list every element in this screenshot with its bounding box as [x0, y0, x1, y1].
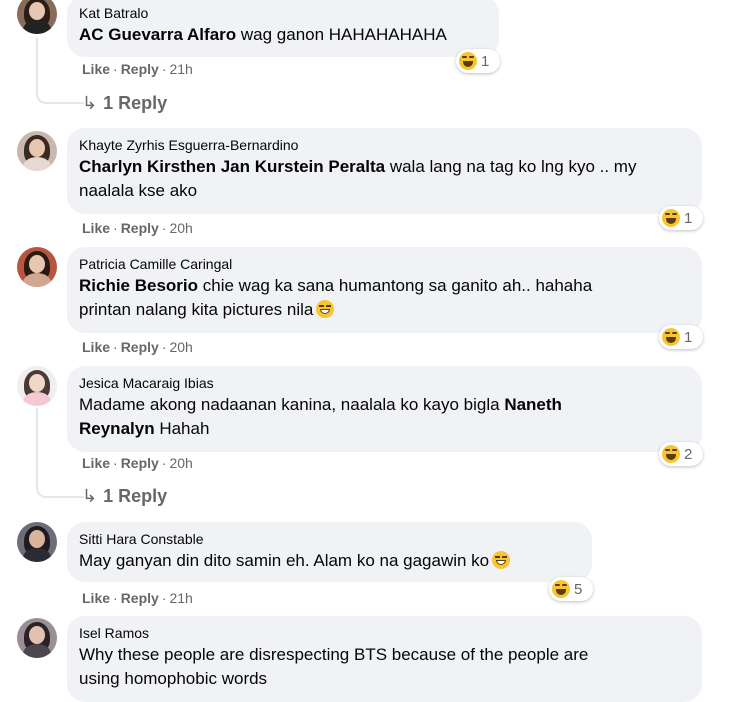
- comment-actions: Like · Reply · 20h: [82, 219, 193, 237]
- separator: ·: [161, 61, 167, 77]
- reply-button[interactable]: Reply: [121, 339, 159, 355]
- timestamp[interactable]: 20h: [169, 339, 192, 355]
- view-replies-link[interactable]: ↳ 1 Reply: [82, 485, 167, 507]
- grinning-emoji-icon: [492, 551, 511, 569]
- comment-author[interactable]: Patricia Camille Caringal: [79, 255, 690, 273]
- reaction-summary[interactable]: 1: [456, 49, 500, 73]
- timestamp[interactable]: 21h: [169, 61, 192, 77]
- haha-reaction-icon: [459, 52, 477, 70]
- timestamp[interactable]: 20h: [169, 455, 192, 471]
- separator: ·: [161, 590, 167, 606]
- thread-connector: [36, 408, 84, 498]
- comment-author[interactable]: Isel Ramos: [79, 624, 690, 642]
- comment-text: Madame akong nadaanan kanina, naalala ko…: [79, 395, 562, 438]
- reaction-summary[interactable]: 1: [659, 325, 703, 349]
- replies-count-label: 1 Reply: [103, 93, 168, 113]
- avatar[interactable]: [17, 0, 57, 34]
- avatar[interactable]: [17, 522, 57, 562]
- comment-actions: Like · Reply · 21h: [82, 589, 193, 607]
- tagged-name-continued[interactable]: Reynalyn: [79, 419, 155, 438]
- separator: ·: [161, 455, 167, 471]
- reply-button[interactable]: Reply: [121, 455, 159, 471]
- reaction-count: 1: [684, 209, 693, 227]
- avatar[interactable]: [17, 618, 57, 658]
- separator: ·: [113, 455, 118, 471]
- comment-bubble: Khayte Zyrhis Esguerra-Bernardino Charly…: [67, 128, 702, 214]
- tagged-name[interactable]: Richie Besorio: [79, 276, 198, 295]
- tagged-name[interactable]: AC Guevarra Alfaro: [79, 25, 236, 44]
- tagged-name[interactable]: Naneth: [504, 395, 562, 414]
- comment-bubble: Patricia Camille Caringal Richie Besorio…: [67, 247, 702, 333]
- comment-bubble: Sitti Hara Constable May ganyan din dito…: [67, 522, 592, 582]
- tagged-name[interactable]: Charlyn Kirsthen Jan Kurstein Peralta: [79, 157, 385, 176]
- comment-text: May ganyan din dito samin eh. Alam ko na…: [79, 549, 580, 573]
- comment-actions: Like · Reply · 21h: [82, 60, 193, 78]
- comment-actions: Like · Reply · 20h: [82, 338, 193, 356]
- comment-author[interactable]: Sitti Hara Constable: [79, 530, 580, 548]
- comment-text: Why these people are disrespecting BTS b…: [79, 645, 589, 688]
- reaction-count: 2: [684, 445, 693, 463]
- avatar[interactable]: [17, 247, 57, 287]
- view-replies-link[interactable]: ↳ 1 Reply: [82, 92, 167, 114]
- separator: ·: [113, 590, 118, 606]
- haha-reaction-icon: [662, 209, 680, 227]
- reply-arrow-icon: ↳: [82, 486, 98, 506]
- reaction-summary[interactable]: 2: [659, 442, 703, 466]
- separator: ·: [161, 220, 167, 236]
- avatar[interactable]: [17, 131, 57, 171]
- replies-count-label: 1 Reply: [103, 486, 168, 506]
- comment-bubble: Jesica Macaraig Ibias Madame akong nadaa…: [67, 366, 702, 452]
- reply-button[interactable]: Reply: [121, 220, 159, 236]
- reply-button[interactable]: Reply: [121, 61, 159, 77]
- comment-author[interactable]: Jesica Macaraig Ibias: [79, 374, 690, 392]
- reaction-summary[interactable]: 1: [659, 206, 703, 230]
- comment-bubble: Isel Ramos Why these people are disrespe…: [67, 616, 702, 702]
- like-button[interactable]: Like: [82, 220, 110, 236]
- haha-reaction-icon: [552, 580, 570, 598]
- thread-connector: [36, 38, 84, 104]
- comment-actions: Like · Reply · 20h: [82, 454, 193, 472]
- like-button[interactable]: Like: [82, 339, 110, 355]
- reaction-count: 1: [481, 52, 490, 70]
- separator: ·: [113, 220, 118, 236]
- haha-reaction-icon: [662, 328, 680, 346]
- laughing-emoji-icon: [316, 300, 335, 318]
- avatar[interactable]: [17, 366, 57, 406]
- comment-author[interactable]: Kat Batralo: [79, 4, 487, 22]
- reaction-count: 1: [684, 328, 693, 346]
- like-button[interactable]: Like: [82, 590, 110, 606]
- comment-text: AC Guevarra Alfaro wag ganon HAHAHAHAHA: [79, 25, 447, 44]
- reply-button[interactable]: Reply: [121, 590, 159, 606]
- comment-text: Charlyn Kirsthen Jan Kurstein Peralta wa…: [79, 157, 637, 200]
- reply-arrow-icon: ↳: [82, 93, 98, 113]
- reaction-count: 5: [574, 580, 583, 598]
- like-button[interactable]: Like: [82, 61, 110, 77]
- comment-text: Richie Besorio chie wag ka sana humanton…: [79, 276, 593, 319]
- reaction-summary[interactable]: 5: [549, 577, 593, 601]
- comment-bubble: Kat Batralo AC Guevarra Alfaro wag ganon…: [67, 0, 499, 57]
- timestamp[interactable]: 21h: [169, 590, 192, 606]
- timestamp[interactable]: 20h: [169, 220, 192, 236]
- like-button[interactable]: Like: [82, 455, 110, 471]
- haha-reaction-icon: [662, 445, 680, 463]
- separator: ·: [113, 339, 118, 355]
- separator: ·: [113, 61, 118, 77]
- separator: ·: [161, 339, 167, 355]
- comment-author[interactable]: Khayte Zyrhis Esguerra-Bernardino: [79, 136, 690, 154]
